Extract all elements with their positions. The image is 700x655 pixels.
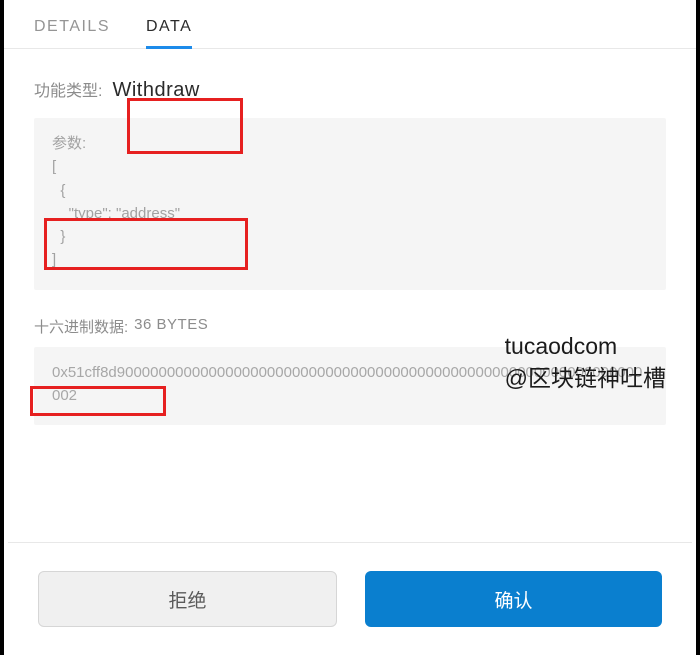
tab-data[interactable]: DATA [146, 18, 192, 48]
tab-details[interactable]: DETAILS [34, 18, 110, 48]
watermark-line1: tucaodcom [505, 330, 666, 362]
function-type-row: 功能类型: Withdraw [34, 77, 666, 102]
watermark-line2: @区块链神吐槽 [505, 362, 666, 394]
params-label: 参数: [52, 135, 86, 152]
tabs-bar: DETAILS DATA [4, 0, 696, 49]
confirm-button[interactable]: 确认 [365, 571, 662, 627]
params-line: } [52, 228, 65, 245]
reject-button[interactable]: 拒绝 [38, 571, 337, 627]
params-line: ] [52, 251, 56, 268]
function-type-label: 功能类型: [34, 77, 102, 101]
function-type-value: Withdraw [112, 79, 199, 102]
hex-size: 36 BYTES [134, 316, 208, 337]
params-line: "type": "address" [52, 205, 180, 222]
params-line: [ [52, 158, 56, 175]
footer-actions: 拒绝 确认 [8, 542, 692, 655]
hex-label: 十六进制数据: [34, 316, 128, 337]
app-frame: DETAILS DATA 功能类型: Withdraw 参数: [ { "typ… [0, 0, 700, 655]
params-line: { [52, 182, 65, 199]
params-box: 参数: [ { "type": "address" } ] [34, 118, 666, 290]
watermark: tucaodcom @区块链神吐槽 [505, 330, 666, 394]
